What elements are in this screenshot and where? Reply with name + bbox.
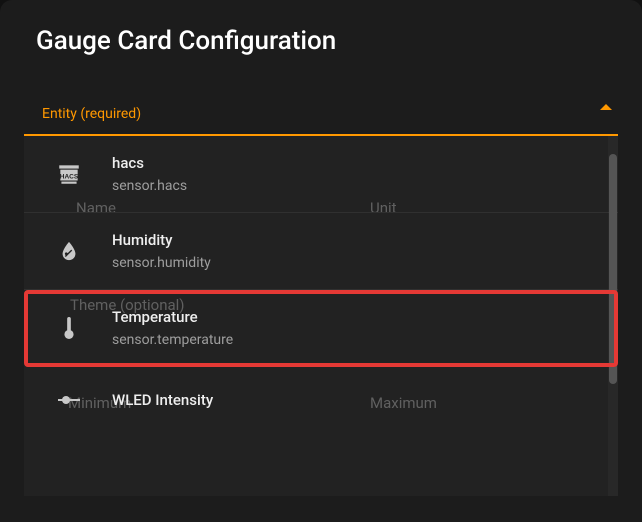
entity-option-temperature[interactable]: Temperature sensor.temperature: [24, 290, 618, 367]
entity-option-text: hacs sensor.hacs: [112, 154, 187, 194]
entity-option-text: WLED Intensity: [112, 391, 213, 409]
hacs-icon: HACS: [54, 159, 84, 189]
panel-body: Entity (required) Name Unit Theme (optio…: [0, 76, 642, 496]
entity-option-id: sensor.temperature: [112, 332, 233, 348]
entity-option-id: sensor.hacs: [112, 178, 187, 194]
slider-icon: [54, 385, 84, 415]
entity-dropdown-panel: Name Unit Theme (optional) Minimum Maxim…: [24, 136, 618, 496]
panel-header: Gauge Card Configuration: [0, 0, 642, 76]
entity-option-hacs[interactable]: HACS hacs sensor.hacs: [24, 136, 618, 213]
entity-option-name: Humidity: [112, 231, 211, 249]
entity-field-label[interactable]: Entity (required): [24, 106, 618, 134]
entity-option-text: Humidity sensor.humidity: [112, 231, 211, 271]
entity-option-humidity[interactable]: Humidity sensor.humidity: [24, 213, 618, 290]
entity-option-name: Temperature: [112, 308, 233, 326]
water-drop-icon: [54, 236, 84, 266]
entity-option-text: Temperature sensor.temperature: [112, 308, 233, 348]
thermometer-icon: [54, 313, 84, 343]
entity-option-name: WLED Intensity: [112, 391, 213, 409]
dropdown-caret-icon[interactable]: [600, 104, 612, 110]
entity-option-id: sensor.humidity: [112, 255, 211, 271]
entity-option-name: hacs: [112, 154, 187, 172]
entity-option-wled[interactable]: WLED Intensity: [24, 367, 618, 433]
svg-text:HACS: HACS: [60, 173, 79, 180]
config-panel: Gauge Card Configuration Entity (require…: [0, 0, 642, 522]
panel-title: Gauge Card Configuration: [36, 26, 606, 56]
